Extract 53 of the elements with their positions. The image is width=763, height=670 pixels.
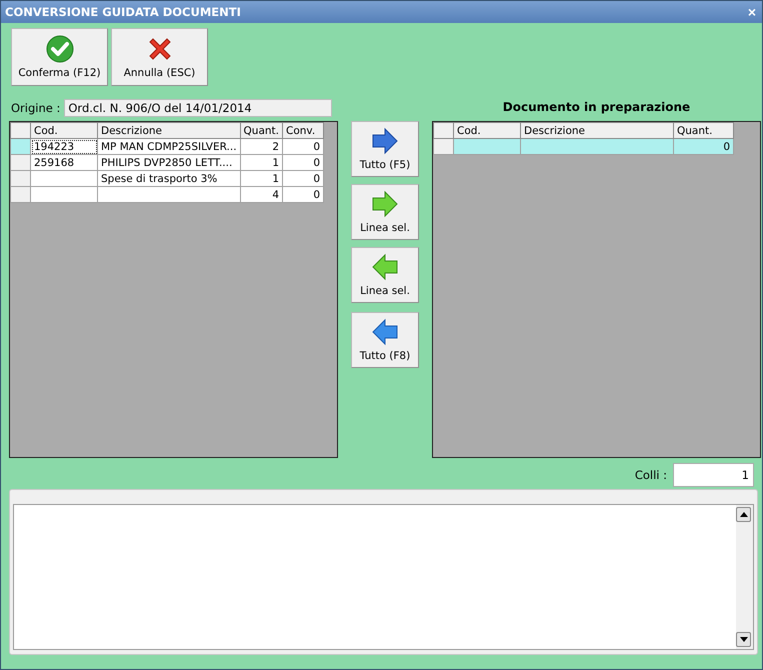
table-cell: 0 xyxy=(282,186,324,202)
transfer-button[interactable]: Tutto (F8) xyxy=(351,312,419,368)
column-header[interactable]: Conv. xyxy=(282,122,324,138)
table-cell: 1 xyxy=(240,170,283,186)
column-header[interactable]: Quant. xyxy=(240,122,283,138)
table-cell: 4 xyxy=(240,186,283,202)
transfer-button[interactable]: Linea sel. xyxy=(351,247,419,303)
corner-cell xyxy=(10,122,30,138)
table-cell xyxy=(30,170,98,186)
table-cell: Spese di trasporto 3% xyxy=(98,170,240,186)
down-arrow-icon xyxy=(740,637,748,642)
origin-label: Origine : xyxy=(11,101,60,115)
column-header[interactable]: Quant. xyxy=(674,122,734,138)
transfer-button[interactable]: Tutto (F5) xyxy=(351,121,419,177)
column-header[interactable]: Descrizione xyxy=(98,122,240,138)
table-cell: 2 xyxy=(240,138,283,154)
cancel-button[interactable]: Annulla (ESC) xyxy=(111,28,208,86)
row-selector[interactable] xyxy=(434,138,454,154)
table-cell: 0 xyxy=(674,138,734,154)
table-cell: 1 xyxy=(240,154,283,170)
scroll-up-button[interactable] xyxy=(736,507,751,522)
table-cell: 0 xyxy=(282,154,324,170)
table-cell: 0 xyxy=(282,170,324,186)
table-cell xyxy=(454,138,520,154)
row-selector[interactable] xyxy=(10,138,30,154)
table-cell: 194223 xyxy=(30,138,98,154)
column-header[interactable]: Cod. xyxy=(454,122,520,138)
confirm-button[interactable]: Conferma (F12) xyxy=(11,28,108,86)
panel-title: Documento in preparazione xyxy=(502,100,692,114)
table-cell: PHILIPS DVP2850 LETT.... xyxy=(98,154,240,170)
table-cell: MP MAN CDMP25SILVER... xyxy=(98,138,240,154)
table-cell: 259168 xyxy=(30,154,98,170)
arrow-right-icon xyxy=(371,127,399,155)
window-title: CONVERSIONE GUIDATA DOCUMENTI xyxy=(5,5,241,19)
arrow-right-icon xyxy=(371,190,399,218)
arrow-left-icon xyxy=(371,253,399,281)
check-icon xyxy=(46,35,74,63)
colli-field[interactable]: 1 xyxy=(673,462,754,486)
corner-cell xyxy=(434,122,454,138)
table-cell: 0 xyxy=(282,138,324,154)
transfer-button[interactable]: Linea sel. xyxy=(351,184,419,240)
colli-label: Colli : xyxy=(634,468,667,482)
column-header[interactable]: Cod. xyxy=(30,122,98,138)
arrow-left-icon xyxy=(371,318,399,346)
scroll-down-button[interactable] xyxy=(736,632,751,647)
column-header[interactable]: Descrizione xyxy=(520,122,674,138)
up-arrow-icon xyxy=(740,512,748,517)
row-selector[interactable] xyxy=(10,186,30,202)
table-cell xyxy=(30,186,98,202)
row-selector[interactable] xyxy=(10,170,30,186)
row-selector[interactable] xyxy=(10,154,30,170)
scrollbar[interactable] xyxy=(736,505,753,649)
origin-field: Ord.cl. N. 906/O del 14/01/2014 xyxy=(64,99,332,117)
